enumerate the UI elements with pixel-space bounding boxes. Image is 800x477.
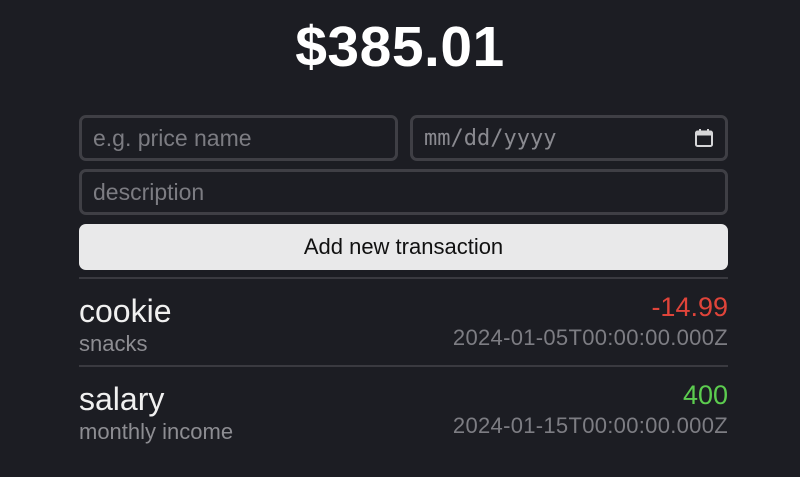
date-input[interactable]: mm/dd/yyyy [410,115,728,161]
add-transaction-button[interactable]: Add new transaction [79,224,728,270]
name-input[interactable] [79,115,398,161]
transaction-item[interactable]: cookie snacks -14.99 2024-01-05T00:00:00… [79,277,728,365]
transaction-amount: -14.99 [651,292,728,322]
date-placeholder: mm/dd/yyyy [424,125,557,151]
transaction-description: snacks [79,331,148,356]
transaction-amount: 400 [682,380,728,410]
name-date-row: mm/dd/yyyy [79,115,728,161]
transaction-item[interactable]: salary monthly income 400 2024-01-15T00:… [79,365,728,453]
description-input[interactable] [79,169,728,215]
transaction-name: cookie [79,293,172,329]
transaction-description: monthly income [79,419,234,444]
money-tracker-app: $385.01 mm/dd/yyyy Add new transaction [0,0,800,477]
calendar-icon[interactable] [694,128,714,148]
transaction-name: salary [79,381,165,417]
transaction-date: 2024-01-05T00:00:00.000Z [452,325,728,350]
transaction-list: cookie snacks -14.99 2024-01-05T00:00:00… [79,277,728,453]
transaction-date: 2024-01-15T00:00:00.000Z [452,413,728,438]
new-transaction-form: mm/dd/yyyy Add new transaction [79,115,728,270]
balance-total: $385.01 [295,15,505,79]
